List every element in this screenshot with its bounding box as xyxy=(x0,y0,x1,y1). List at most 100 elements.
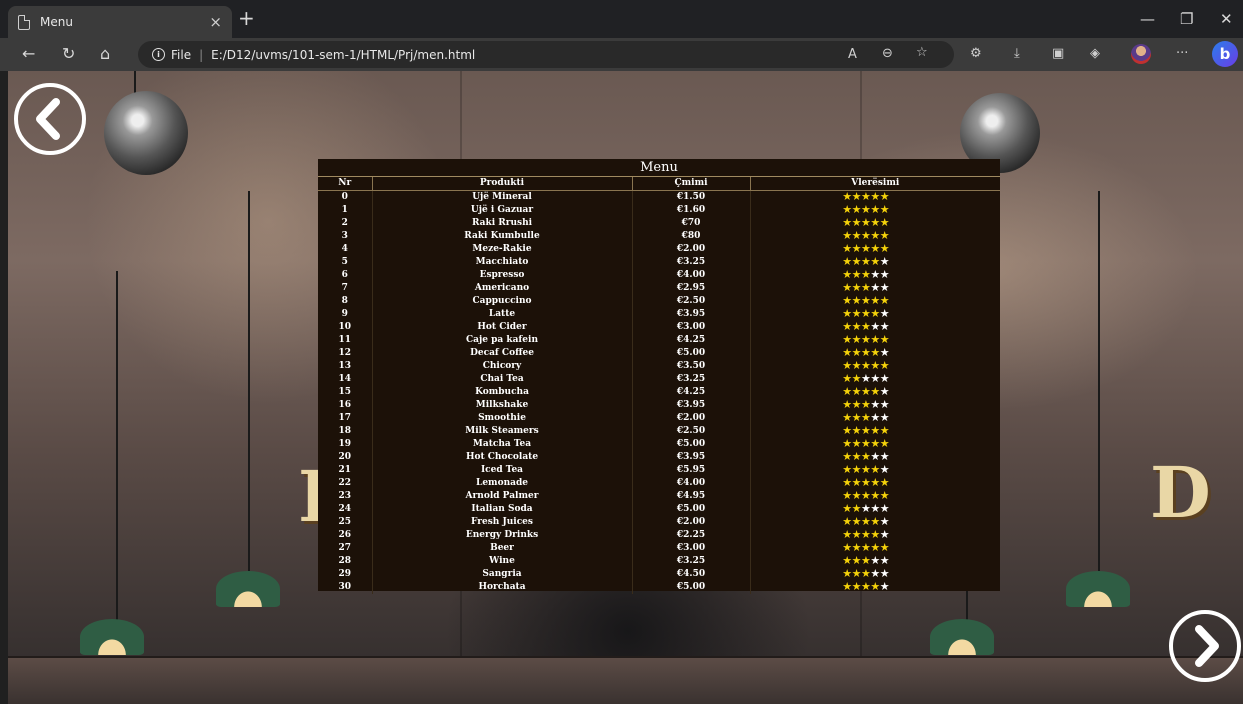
star-filled-icon: ★ xyxy=(870,215,880,229)
previous-page-button[interactable] xyxy=(14,83,86,155)
disco-ball-decoration xyxy=(104,91,188,175)
item-number: 5 xyxy=(318,255,373,269)
table-row: 21 Iced Tea €5.95 ★★★★★ xyxy=(318,462,1000,477)
new-tab-button[interactable]: + xyxy=(238,8,255,28)
star-filled-icon: ★ xyxy=(870,423,880,437)
star-rating: ★★★★★ xyxy=(842,423,908,437)
table-row: 12 Decaf Coffee €5.00 ★★★★★ xyxy=(318,346,1000,360)
star-filled-icon: ★ xyxy=(861,189,871,203)
item-name: Chai Tea xyxy=(372,372,633,386)
address-field[interactable]: i File | E:/D12/uvms/101-sem-1/HTML/Prj/… xyxy=(138,41,954,68)
star-filled-icon: ★ xyxy=(842,462,852,476)
star-filled-icon: ★ xyxy=(842,371,852,385)
refresh-icon[interactable]: ↻ xyxy=(62,44,75,63)
browser-essentials-icon[interactable]: ◈ xyxy=(1090,46,1100,61)
star-filled-icon: ★ xyxy=(861,267,871,281)
item-rating: ★★★★★ xyxy=(750,579,1000,594)
table-row: 14 Chai Tea €3.25 ★★★★★ xyxy=(318,371,1000,386)
item-number: 1 xyxy=(318,203,373,217)
collections-icon[interactable]: ▣ xyxy=(1052,46,1064,61)
item-price: €5.00 xyxy=(632,437,751,451)
star-filled-icon: ★ xyxy=(842,202,852,216)
star-filled-icon: ★ xyxy=(861,293,871,307)
star-filled-icon: ★ xyxy=(861,579,871,593)
restore-icon[interactable]: ❐ xyxy=(1180,10,1193,28)
star-filled-icon: ★ xyxy=(870,241,880,255)
header-nr: Nr xyxy=(318,177,373,191)
favorite-icon[interactable]: ☆ xyxy=(916,45,928,60)
browser-tab[interactable]: Menu × xyxy=(8,6,232,38)
minimize-icon[interactable]: — xyxy=(1140,10,1155,28)
item-price: €3.25 xyxy=(632,554,751,568)
star-rating: ★★★★★ xyxy=(842,476,908,489)
table-row: 7 Americano €2.95 ★★★★★ xyxy=(318,281,1000,295)
info-icon[interactable]: i xyxy=(152,48,165,61)
table-row: 20 Hot Chocolate €3.95 ★★★★★ xyxy=(318,449,1000,464)
item-number: 19 xyxy=(318,437,373,451)
table-row: 5 Macchiato €3.25 ★★★★★ xyxy=(318,254,1000,269)
item-price: €2.95 xyxy=(632,281,751,295)
star-rating: ★★★★★ xyxy=(842,554,908,567)
star-empty-icon: ★ xyxy=(870,319,880,333)
item-name: Wine xyxy=(372,554,633,568)
star-empty-icon: ★ xyxy=(879,267,890,281)
table-row: 3 Raki Kumbulle €80 ★★★★★ xyxy=(318,228,1000,243)
item-price: €5.95 xyxy=(632,463,751,477)
star-filled-icon: ★ xyxy=(861,358,871,372)
item-price: €4.50 xyxy=(632,567,751,581)
item-number: 26 xyxy=(318,528,373,542)
star-filled-icon: ★ xyxy=(851,566,862,580)
item-name: Kombucha xyxy=(372,385,633,399)
table-row: 6 Espresso €4.00 ★★★★★ xyxy=(318,267,1000,282)
item-price: €3.95 xyxy=(632,398,751,412)
zoom-icon[interactable]: ⊖ xyxy=(882,46,893,61)
browser-tab-bar: Menu × + — ❐ ✕ xyxy=(0,0,1243,38)
star-filled-icon: ★ xyxy=(870,358,880,372)
home-icon[interactable]: ⌂ xyxy=(100,44,110,63)
star-filled-icon: ★ xyxy=(842,332,852,346)
download-icon[interactable]: ⤓ xyxy=(1014,46,1020,61)
star-filled-icon: ★ xyxy=(851,462,862,476)
bing-copilot-icon[interactable]: b xyxy=(1212,41,1238,67)
star-empty-icon: ★ xyxy=(861,371,871,385)
star-filled-icon: ★ xyxy=(861,436,871,450)
star-filled-icon: ★ xyxy=(861,228,871,242)
star-empty-icon: ★ xyxy=(879,254,890,268)
extensions-icon[interactable]: ⚙ xyxy=(970,46,982,61)
lamp-wire xyxy=(116,271,118,631)
more-options-icon[interactable]: ··· xyxy=(1176,46,1188,61)
read-aloud-icon[interactable]: A xyxy=(848,47,857,62)
star-filled-icon: ★ xyxy=(851,449,862,463)
next-page-button[interactable] xyxy=(1169,610,1241,682)
star-filled-icon: ★ xyxy=(842,436,852,450)
profile-avatar[interactable] xyxy=(1131,44,1151,64)
star-filled-icon: ★ xyxy=(842,488,852,502)
star-rating: ★★★★★ xyxy=(842,267,908,281)
star-filled-icon: ★ xyxy=(842,527,852,541)
item-number: 30 xyxy=(318,580,373,594)
star-filled-icon: ★ xyxy=(870,436,880,450)
url-text: E:/D12/uvms/101-sem-1/HTML/Prj/men.html xyxy=(211,47,476,62)
star-rating: ★★★★★ xyxy=(842,293,908,307)
close-window-icon[interactable]: ✕ xyxy=(1220,10,1233,28)
star-rating: ★★★★★ xyxy=(842,371,908,385)
star-filled-icon: ★ xyxy=(842,501,852,515)
star-rating: ★★★★★ xyxy=(842,436,908,450)
item-number: 11 xyxy=(318,333,373,347)
star-filled-icon: ★ xyxy=(851,540,862,554)
star-filled-icon: ★ xyxy=(851,384,862,398)
star-filled-icon: ★ xyxy=(870,540,880,554)
tab-close-icon[interactable]: × xyxy=(209,13,222,31)
star-filled-icon: ★ xyxy=(879,358,890,372)
star-filled-icon: ★ xyxy=(851,228,862,242)
star-filled-icon: ★ xyxy=(851,358,862,372)
menu-panel: Menu Nr Produkti Çmimi Vlerësimi 0 Ujë Mi… xyxy=(318,159,1000,594)
star-rating: ★★★★★ xyxy=(842,189,908,203)
star-filled-icon: ★ xyxy=(851,436,862,450)
star-empty-icon: ★ xyxy=(879,514,890,528)
item-name: Meze-Rakie xyxy=(372,242,633,256)
star-filled-icon: ★ xyxy=(870,488,880,502)
star-filled-icon: ★ xyxy=(870,332,880,346)
item-price: €2.25 xyxy=(632,528,751,542)
back-icon[interactable]: ← xyxy=(22,44,35,63)
